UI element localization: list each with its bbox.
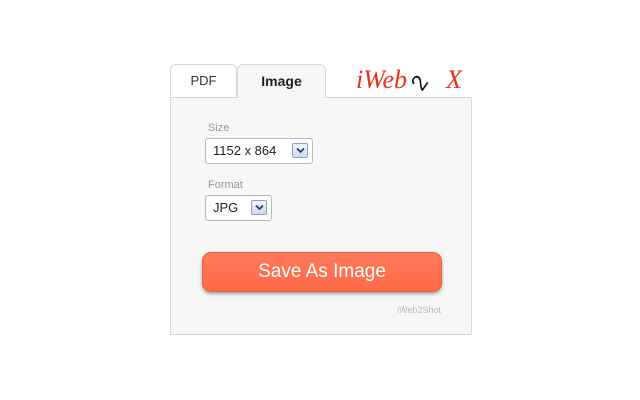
size-select[interactable]: 1152 x 864 bbox=[205, 138, 313, 164]
size-select-value: 1152 x 864 bbox=[213, 143, 277, 158]
chevron-down-icon[interactable] bbox=[292, 143, 308, 158]
chevron-down-icon[interactable] bbox=[251, 200, 267, 215]
format-label: Format bbox=[208, 179, 243, 191]
logo-text-right: X bbox=[445, 65, 463, 94]
save-as-image-button[interactable]: Save As Image bbox=[202, 252, 442, 292]
format-select-value: JPG bbox=[213, 200, 239, 215]
size-label: Size bbox=[208, 122, 230, 134]
credit-text: iWeb2Shot bbox=[397, 305, 441, 315]
logo-text-left: iWeb bbox=[356, 65, 407, 94]
tab-pdf[interactable]: PDF bbox=[170, 64, 237, 96]
format-select[interactable]: JPG bbox=[205, 195, 272, 221]
tab-image[interactable]: Image bbox=[237, 64, 326, 98]
iweb2x-widget: PDF Image iWeb X 2 Size 1152 x 864 Forma… bbox=[170, 64, 472, 335]
image-settings-panel: Size 1152 x 864 Format JPG Save As Image… bbox=[170, 97, 472, 335]
logo-text-middle: 2 bbox=[406, 70, 434, 94]
